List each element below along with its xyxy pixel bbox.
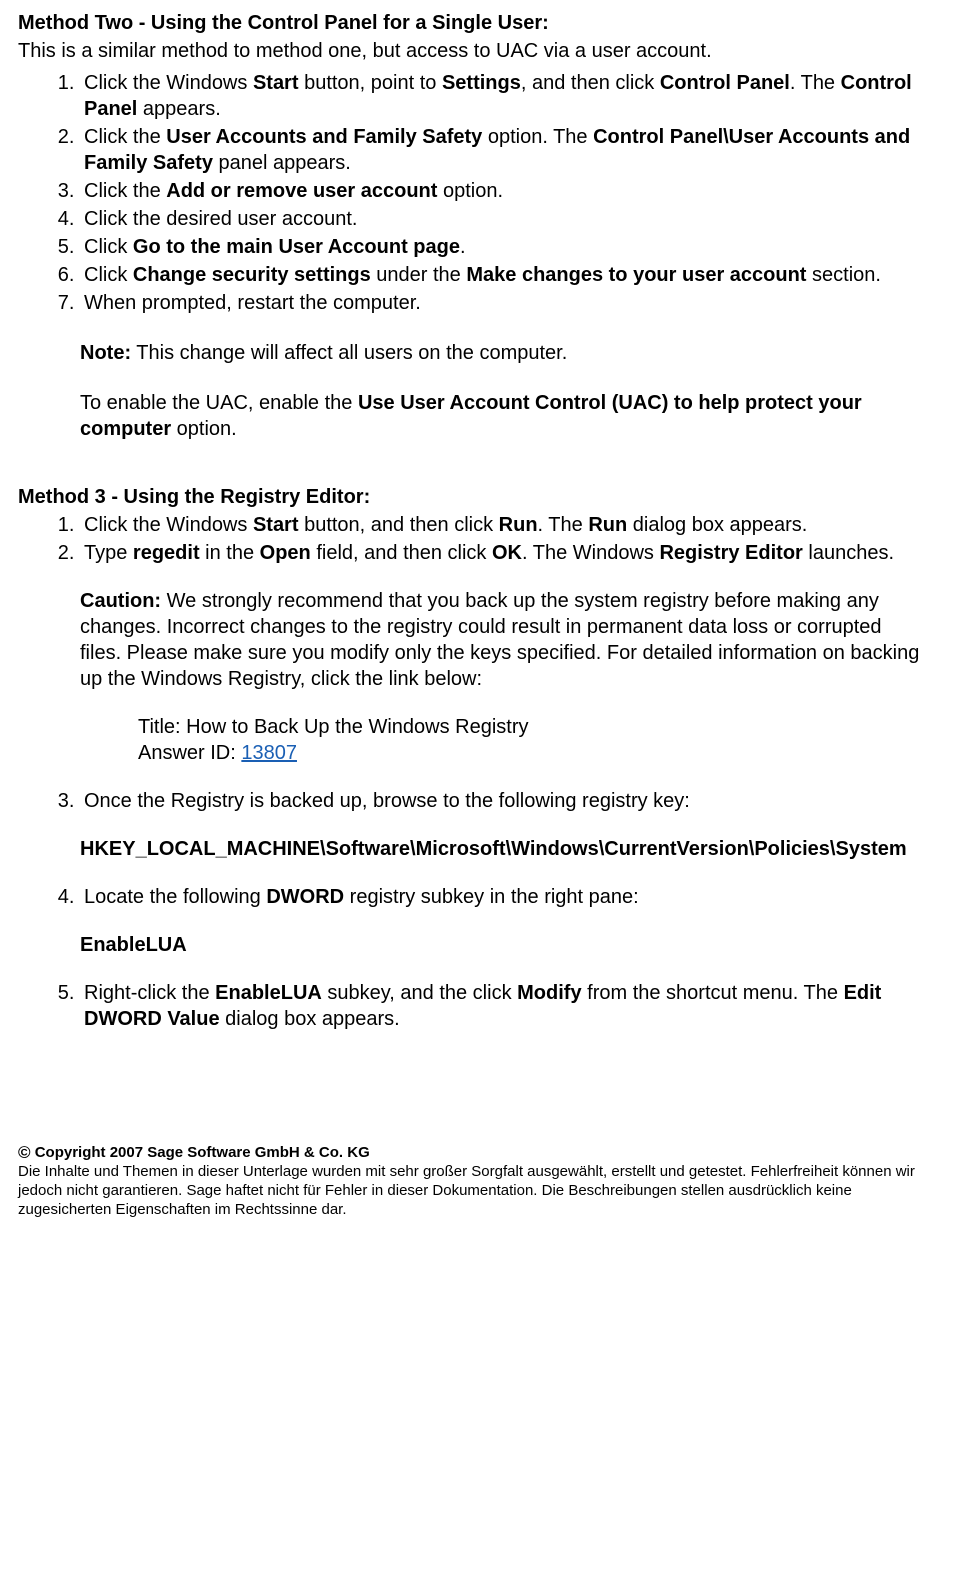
step-text: field, and then click [311, 542, 492, 564]
step-item: Click Change security settings under the… [80, 262, 926, 288]
dword-name-block: EnableLUA [80, 932, 926, 958]
document-body: Method Two - Using the Control Panel for… [0, 0, 960, 1032]
reference-block: Title: How to Back Up the Windows Regist… [138, 714, 926, 766]
step-item: Right-click the EnableLUA subkey, and th… [80, 980, 926, 1032]
step-text: option. [437, 180, 503, 202]
step-text: Click the Windows [84, 514, 253, 536]
bold-text: Control Panel [660, 72, 790, 94]
method-three-heading: Method 3 - Using the Registry Editor: [18, 484, 926, 510]
step-text: under the [371, 264, 467, 286]
step-text: dialog box appears. [627, 514, 807, 536]
reference-answer-line: Answer ID: 13807 [138, 740, 926, 766]
step-text: Right-click the [84, 982, 215, 1004]
copyright-line: © Copyright 2007 Sage Software GmbH & Co… [18, 1142, 926, 1163]
step-item: Click the Windows Start button, and then… [80, 512, 926, 538]
bold-text: DWORD [266, 886, 344, 908]
step-text: section. [806, 264, 880, 286]
step-text: . The [538, 514, 589, 536]
step-item: Locate the following DWORD registry subk… [80, 884, 926, 910]
step-item: Click the Windows Start button, point to… [80, 70, 926, 122]
bold-text: Run [588, 514, 627, 536]
step-text: Click the desired user account. [84, 208, 357, 230]
step-text: Click the Windows [84, 72, 253, 94]
enable-uac-block: To enable the UAC, enable the Use User A… [80, 390, 926, 442]
bold-text: Modify [517, 982, 581, 1004]
method-three-steps-a: Click the Windows Start button, and then… [18, 512, 926, 566]
footer-disclaimer: Die Inhalte und Themen in dieser Unterla… [18, 1163, 926, 1219]
step-item: Once the Registry is backed up, browse t… [80, 788, 926, 814]
step-text: Locate the following [84, 886, 266, 908]
bold-text: EnableLUA [215, 982, 322, 1004]
note-text: This change will affect all users on the… [131, 342, 567, 364]
step-text: Type [84, 542, 133, 564]
note-block: Note: This change will affect all users … [80, 340, 926, 366]
step-text: Once the Registry is backed up, browse t… [84, 790, 690, 812]
step-item: Click the User Accounts and Family Safet… [80, 124, 926, 176]
step-text: button, and then click [299, 514, 499, 536]
copyright-icon: © [18, 1143, 31, 1162]
step-text: registry subkey in the right pane: [344, 886, 639, 908]
step-item: When prompted, restart the computer. [80, 290, 926, 316]
reference-title: Title: How to Back Up the Windows Regist… [138, 714, 926, 740]
step-text: in the [200, 542, 260, 564]
step-text: . [460, 236, 466, 258]
step-text: Click the [84, 126, 166, 148]
step-text: from the shortcut menu. The [582, 982, 844, 1004]
step-text: , and then click [521, 72, 660, 94]
page-footer: © Copyright 2007 Sage Software GmbH & Co… [0, 1142, 960, 1228]
bold-text: User Accounts and Family Safety [166, 126, 482, 148]
method-two-steps: Click the Windows Start button, point to… [18, 70, 926, 316]
bold-text: Settings [442, 72, 521, 94]
step-item: Click the desired user account. [80, 206, 926, 232]
step-text: When prompted, restart the computer. [84, 292, 421, 314]
step-text: subkey, and the click [322, 982, 517, 1004]
method-three-steps-b: Once the Registry is backed up, browse t… [18, 788, 926, 814]
step-text: option. The [482, 126, 593, 148]
bold-text: Open [260, 542, 311, 564]
caution-text: We strongly recommend that you back up t… [80, 590, 919, 690]
enable-text: option. [171, 418, 237, 440]
bold-text: Run [499, 514, 538, 536]
enable-text: To enable the UAC, enable the [80, 392, 358, 414]
method-two-heading: Method Two - Using the Control Panel for… [18, 10, 926, 36]
method-three-steps-d: Right-click the EnableLUA subkey, and th… [18, 980, 926, 1032]
step-text: button, point to [299, 72, 442, 94]
note-label: Note: [80, 342, 131, 364]
step-item: Click the Add or remove user account opt… [80, 178, 926, 204]
step-text: Click [84, 236, 133, 258]
caution-label: Caution: [80, 590, 161, 612]
step-item: Click Go to the main User Account page. [80, 234, 926, 260]
answer-id-label: Answer ID: [138, 742, 241, 764]
step-text: . The Windows [522, 542, 659, 564]
answer-id-link[interactable]: 13807 [241, 742, 297, 764]
bold-text: regedit [133, 542, 200, 564]
bold-text: OK [492, 542, 522, 564]
step-text: Click [84, 264, 133, 286]
step-text: appears. [137, 98, 220, 120]
registry-key-block: HKEY_LOCAL_MACHINE\Software\Microsoft\Wi… [80, 836, 926, 862]
step-item: Type regedit in the Open field, and then… [80, 540, 926, 566]
bold-text: Make changes to your user account [466, 264, 806, 286]
caution-block: Caution: We strongly recommend that you … [80, 588, 926, 692]
bold-text: Go to the main User Account page [133, 236, 460, 258]
step-text: . The [790, 72, 841, 94]
bold-text: Start [253, 514, 299, 536]
bold-text: Add or remove user account [166, 180, 437, 202]
copyright-text: Copyright 2007 Sage Software GmbH & Co. … [31, 1144, 370, 1161]
bold-text: Start [253, 72, 299, 94]
method-two-intro: This is a similar method to method one, … [18, 38, 926, 64]
bold-text: Change security settings [133, 264, 371, 286]
step-text: panel appears. [213, 152, 351, 174]
step-text: Click the [84, 180, 166, 202]
step-text: dialog box appears. [220, 1008, 400, 1030]
step-text: launches. [803, 542, 894, 564]
bold-text: Registry Editor [659, 542, 802, 564]
method-three-steps-c: Locate the following DWORD registry subk… [18, 884, 926, 910]
